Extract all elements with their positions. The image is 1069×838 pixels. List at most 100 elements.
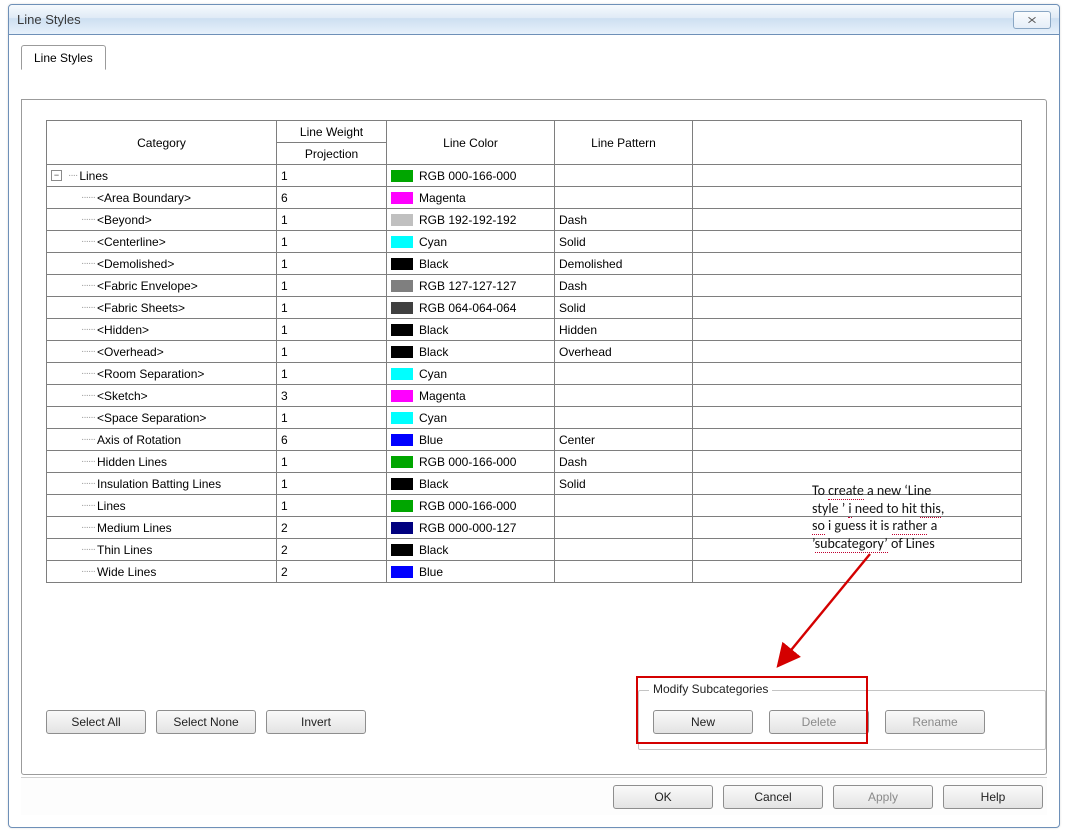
pattern-cell[interactable] (555, 517, 693, 539)
category-cell[interactable]: ······ <Fabric Sheets> (47, 297, 277, 319)
col-weight-top[interactable]: Line Weight (277, 121, 387, 143)
category-cell[interactable]: ······ Hidden Lines (47, 451, 277, 473)
weight-cell[interactable]: 1 (277, 231, 387, 253)
pattern-cell[interactable]: Dash (555, 275, 693, 297)
pattern-cell[interactable] (555, 495, 693, 517)
category-cell[interactable]: ······ <Centerline> (47, 231, 277, 253)
category-cell[interactable]: ······ <Beyond> (47, 209, 277, 231)
weight-cell[interactable]: 1 (277, 451, 387, 473)
category-cell[interactable]: ······ <Sketch> (47, 385, 277, 407)
pattern-cell[interactable]: Hidden (555, 319, 693, 341)
color-cell[interactable]: Black (387, 253, 555, 275)
pattern-cell[interactable] (555, 165, 693, 187)
table-row[interactable]: ······ <Room Separation>1Cyan (47, 363, 1022, 385)
color-cell[interactable]: Black (387, 539, 555, 561)
tab-line-styles[interactable]: Line Styles (21, 45, 106, 70)
color-cell[interactable]: Magenta (387, 187, 555, 209)
weight-cell[interactable]: 6 (277, 187, 387, 209)
color-cell[interactable]: RGB 000-166-000 (387, 165, 555, 187)
weight-cell[interactable]: 1 (277, 275, 387, 297)
weight-cell[interactable]: 1 (277, 319, 387, 341)
color-cell[interactable]: Black (387, 341, 555, 363)
weight-cell[interactable]: 1 (277, 165, 387, 187)
weight-cell[interactable]: 1 (277, 495, 387, 517)
table-row[interactable]: ······ <Overhead>1BlackOverhead (47, 341, 1022, 363)
category-cell[interactable]: ······ Wide Lines (47, 561, 277, 583)
category-cell[interactable]: ······ <Hidden> (47, 319, 277, 341)
color-cell[interactable]: Cyan (387, 363, 555, 385)
select-none-button[interactable]: Select None (156, 710, 256, 734)
close-button[interactable] (1013, 11, 1051, 29)
weight-cell[interactable]: 2 (277, 517, 387, 539)
tree-collapse-icon[interactable]: − (51, 170, 62, 181)
weight-cell[interactable]: 2 (277, 539, 387, 561)
category-cell[interactable]: ······ <Room Separation> (47, 363, 277, 385)
color-cell[interactable]: Blue (387, 561, 555, 583)
pattern-cell[interactable] (555, 187, 693, 209)
pattern-cell[interactable]: Solid (555, 473, 693, 495)
color-cell[interactable]: RGB 192-192-192 (387, 209, 555, 231)
category-cell[interactable]: ······ Insulation Batting Lines (47, 473, 277, 495)
weight-cell[interactable]: 1 (277, 209, 387, 231)
category-cell[interactable]: ······ Medium Lines (47, 517, 277, 539)
pattern-cell[interactable]: Solid (555, 231, 693, 253)
weight-cell[interactable]: 6 (277, 429, 387, 451)
category-cell[interactable]: ······ <Fabric Envelope> (47, 275, 277, 297)
pattern-cell[interactable]: Dash (555, 451, 693, 473)
category-cell[interactable]: −···· Lines (47, 165, 277, 187)
weight-cell[interactable]: 1 (277, 473, 387, 495)
weight-cell[interactable]: 1 (277, 363, 387, 385)
weight-cell[interactable]: 1 (277, 253, 387, 275)
table-row[interactable]: ······ <Fabric Sheets>1RGB 064-064-064So… (47, 297, 1022, 319)
pattern-cell[interactable]: Dash (555, 209, 693, 231)
weight-cell[interactable]: 1 (277, 341, 387, 363)
color-cell[interactable]: Cyan (387, 407, 555, 429)
color-cell[interactable]: Black (387, 319, 555, 341)
color-cell[interactable]: RGB 000-166-000 (387, 451, 555, 473)
new-button[interactable]: New (653, 710, 753, 734)
rename-button[interactable]: Rename (885, 710, 985, 734)
weight-cell[interactable]: 2 (277, 561, 387, 583)
pattern-cell[interactable] (555, 407, 693, 429)
weight-cell[interactable]: 1 (277, 407, 387, 429)
table-row[interactable]: ······ <Beyond>1RGB 192-192-192Dash (47, 209, 1022, 231)
pattern-cell[interactable] (555, 539, 693, 561)
color-cell[interactable]: Blue (387, 429, 555, 451)
color-cell[interactable]: Black (387, 473, 555, 495)
ok-button[interactable]: OK (613, 785, 713, 809)
category-cell[interactable]: ······ <Area Boundary> (47, 187, 277, 209)
pattern-cell[interactable] (555, 561, 693, 583)
pattern-cell[interactable] (555, 363, 693, 385)
color-cell[interactable]: RGB 127-127-127 (387, 275, 555, 297)
pattern-cell[interactable]: Overhead (555, 341, 693, 363)
cancel-button[interactable]: Cancel (723, 785, 823, 809)
category-cell[interactable]: ······ <Demolished> (47, 253, 277, 275)
pattern-cell[interactable]: Demolished (555, 253, 693, 275)
pattern-cell[interactable]: Solid (555, 297, 693, 319)
table-row[interactable]: ······ <Sketch>3Magenta (47, 385, 1022, 407)
table-row[interactable]: ······ <Area Boundary>6Magenta (47, 187, 1022, 209)
table-row[interactable]: ······ <Space Separation>1Cyan (47, 407, 1022, 429)
category-cell[interactable]: ······ Thin Lines (47, 539, 277, 561)
table-row[interactable]: ······ <Hidden>1BlackHidden (47, 319, 1022, 341)
col-color[interactable]: Line Color (387, 121, 555, 165)
pattern-cell[interactable] (555, 385, 693, 407)
weight-cell[interactable]: 3 (277, 385, 387, 407)
category-cell[interactable]: ······ <Space Separation> (47, 407, 277, 429)
delete-button[interactable]: Delete (769, 710, 869, 734)
invert-button[interactable]: Invert (266, 710, 366, 734)
color-cell[interactable]: RGB 064-064-064 (387, 297, 555, 319)
category-cell[interactable]: ······ <Overhead> (47, 341, 277, 363)
category-cell[interactable]: ······ Axis of Rotation (47, 429, 277, 451)
table-row[interactable]: ······ <Fabric Envelope>1RGB 127-127-127… (47, 275, 1022, 297)
table-row[interactable]: ······ Axis of Rotation6BlueCenter (47, 429, 1022, 451)
apply-button[interactable]: Apply (833, 785, 933, 809)
category-cell[interactable]: ······ Lines (47, 495, 277, 517)
col-weight-sub[interactable]: Projection (277, 143, 387, 165)
table-row[interactable]: ······ <Demolished>1BlackDemolished (47, 253, 1022, 275)
table-row[interactable]: −···· Lines1RGB 000-166-000 (47, 165, 1022, 187)
pattern-cell[interactable]: Center (555, 429, 693, 451)
table-row[interactable]: ······ Hidden Lines1RGB 000-166-000Dash (47, 451, 1022, 473)
col-category[interactable]: Category (47, 121, 277, 165)
table-row[interactable]: ······ <Centerline>1CyanSolid (47, 231, 1022, 253)
